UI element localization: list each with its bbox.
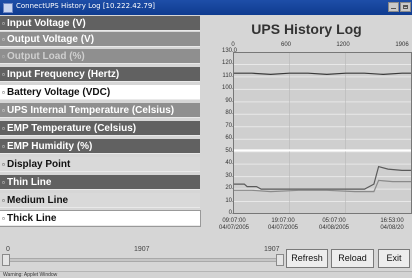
slider-value-label: 1907 [134,246,150,253]
menu-item-output-load[interactable]: ▫ Output Load (%) [0,49,200,64]
bottom-axis-tick: 19:07:00 04/07/2005 [267,218,299,231]
exit-button[interactable]: Exit [378,249,410,268]
series-list: ▫ Input Voltage (V) ▫ Output Voltage (V) ▫… [0,16,201,248]
menu-item-input-frequency[interactable]: ▫ Input Frequency (Hertz) [0,67,200,82]
range-slider-start-handle[interactable] [2,254,10,266]
menu-item-output-voltage[interactable]: ▫ Output Voltage (V) [0,32,200,47]
chart-panel: UPS History Log 0 600 1200 1906 130.0 120… [201,16,412,248]
slider-max-label: 1907 [264,246,280,253]
minimize-button[interactable] [388,2,399,12]
menu-item-emp-humidity[interactable]: ▫ EMP Humidity (%) [0,139,200,154]
top-axis-tick: 1906 [395,42,409,48]
menu-item-medium-line[interactable]: ▫ Medium Line [0,193,200,208]
bottom-axis-tick: 05:07:00 04/08/2005 [318,218,350,231]
bottom-axis-tick: 09:07:00 04/07/2005 [218,218,250,231]
window-title: ConnectUPS History Log [10.222.42.79] [16,2,156,10]
top-axis-tick: 600 [280,42,291,48]
history-plot[interactable] [233,52,412,214]
chart-title: UPS History Log [251,21,362,37]
window-icon [3,3,13,13]
top-axis-tick: 1200 [336,42,350,48]
range-slider-end-handle[interactable] [276,254,284,266]
slider-min-label: 0 [6,246,10,253]
maximize-button[interactable] [400,2,411,12]
menu-item-thin-line[interactable]: ▫ Thin Line [0,175,200,190]
refresh-button[interactable]: Refresh [286,249,328,268]
menu-item-thick-line[interactable]: ▫ Thick Line [0,210,201,227]
menu-item-display-point[interactable]: ▫ Display Point [0,157,200,172]
reload-button[interactable]: Reload [331,249,374,268]
menu-item-emp-temperature[interactable]: ▫ EMP Temperature (Celsius) [0,121,200,136]
controls-bar: 0 1907 1907 Refresh Reload Exit [0,246,412,270]
range-slider-track[interactable] [6,258,282,262]
status-bar: Warning: Applet Window [0,271,412,278]
menu-item-input-voltage[interactable]: ▫ Input Voltage (V) [0,16,200,31]
menu-item-ups-internal-temperature[interactable]: ▫ UPS Internal Temperature (Celsius) [0,103,200,118]
menu-item-battery-voltage[interactable]: ▫ Battery Voltage (VDC) [0,85,200,100]
bottom-axis-tick: 16:53:00 04/08/20 [380,218,404,231]
title-bar: ConnectUPS History Log [10.222.42.79] [0,0,412,15]
